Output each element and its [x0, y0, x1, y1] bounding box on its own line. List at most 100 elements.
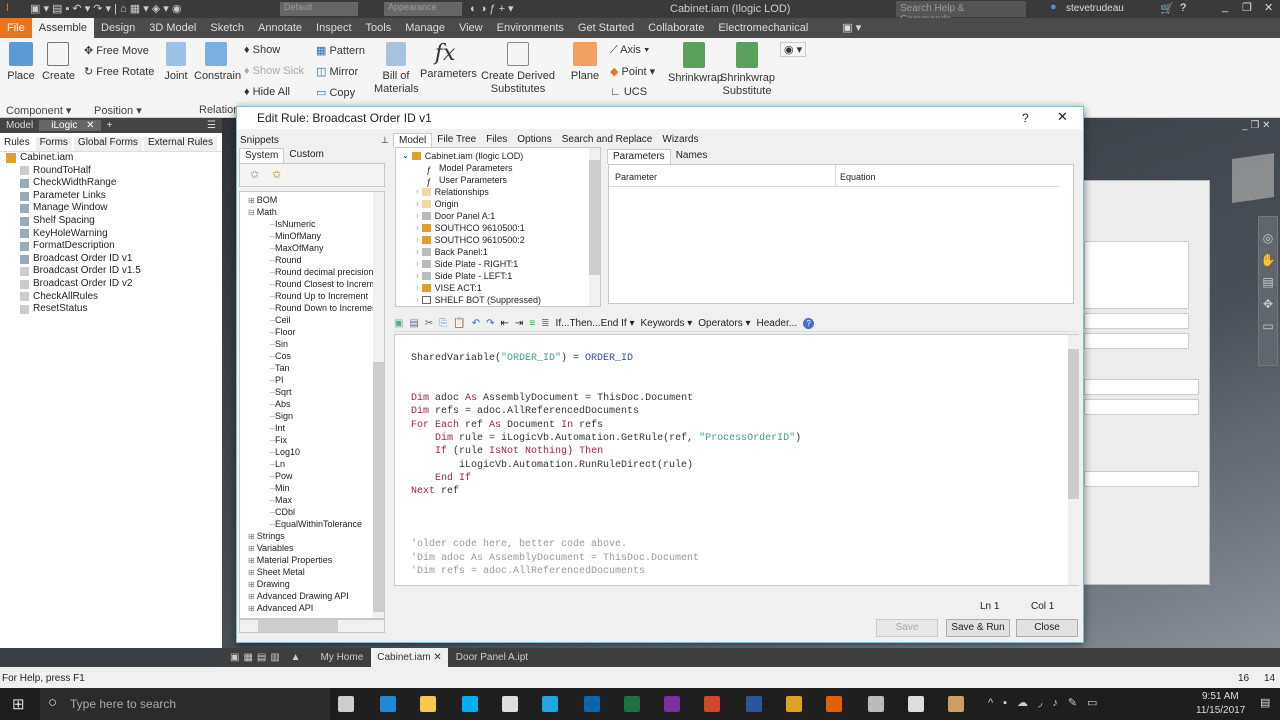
snippet-category[interactable]: ⊞ Advanced Drawing API	[240, 590, 384, 602]
minimize-icon[interactable]: _	[1222, 1, 1228, 13]
store-icon[interactable]	[502, 696, 518, 712]
expand-icon[interactable]: ⊞	[248, 556, 255, 565]
doc-icon[interactable]: ▤	[409, 318, 418, 329]
redo-icon[interactable]: ↷	[486, 318, 494, 329]
point-button[interactable]: ◆ Point ▾	[610, 65, 655, 78]
copy-button[interactable]: ▭ Copy	[316, 86, 355, 99]
expand-icon[interactable]: ⊞	[248, 568, 255, 577]
snippet-item[interactable]: –Sign	[240, 410, 384, 422]
rule-item[interactable]: Manage Window	[0, 202, 222, 215]
model-tree-node[interactable]: ƒ User Parameters	[396, 174, 600, 187]
material-dropdown[interactable]: Default	[280, 2, 358, 16]
camera-dropdown-icon[interactable]: ▣ ▾	[835, 18, 868, 38]
taskbar-search[interactable]: ○ Type here to search	[40, 688, 330, 720]
dialog-close-button[interactable]: ✕	[1057, 109, 1068, 125]
save-icon[interactable]: ▣	[394, 318, 403, 329]
snippet-hscrollbar[interactable]	[239, 619, 385, 633]
group-position[interactable]: Position ▾	[94, 104, 142, 117]
code-editor[interactable]: SharedVariable("ORDER_ID") = ORDER_ID Dim…	[394, 334, 1079, 586]
expand-icon[interactable]: ⊞	[248, 604, 255, 613]
model-tree-node[interactable]: › SOUTHCO 9610500:1	[396, 222, 600, 234]
tab-annotate[interactable]: Annotate	[251, 18, 309, 38]
outdent-icon[interactable]: ⇥	[515, 318, 523, 329]
collapse-icon[interactable]: ⊟	[248, 208, 255, 217]
inventor-logo-icon[interactable]: I	[6, 2, 9, 14]
column-equation[interactable]: Equation	[835, 165, 876, 187]
expand-arrow-icon[interactable]: ›	[416, 270, 419, 282]
onenote-icon[interactable]	[664, 696, 680, 712]
model-tree-scrollbar[interactable]	[589, 148, 600, 306]
tab-door-panel[interactable]: Door Panel A.ipt	[448, 652, 536, 663]
tab-view[interactable]: View	[452, 18, 490, 38]
expand-arrow-icon[interactable]: ›	[416, 294, 419, 306]
snippet-item[interactable]: –Pow	[240, 470, 384, 482]
expand-arrow-icon[interactable]: ›	[416, 198, 419, 210]
snippet-edit-icon[interactable]: ✩	[272, 168, 281, 181]
snippet-item[interactable]: –Ln	[240, 458, 384, 470]
snippet-item[interactable]: –MinOfMany	[240, 230, 384, 242]
word-icon[interactable]	[746, 696, 762, 712]
rule-item[interactable]: Broadcast Order ID v1.5	[0, 265, 222, 278]
snippet-category[interactable]: ⊞ BOM	[240, 194, 384, 206]
snippet-item[interactable]: –Round Closest to Increme	[240, 278, 384, 290]
excel-icon[interactable]	[624, 696, 640, 712]
notifications-icon[interactable]: ▤	[1260, 696, 1270, 709]
model-tree-node[interactable]: › SOUTHCO 9610500:2	[396, 234, 600, 246]
model-tree-node[interactable]: › SHELF BOT (Suppressed)	[396, 294, 600, 306]
clock-date[interactable]: 11/15/2017	[1196, 705, 1245, 716]
tab-file[interactable]: File	[0, 18, 32, 38]
rule-item[interactable]: Broadcast Order ID v1	[0, 253, 222, 266]
tab-3d-model[interactable]: 3D Model	[142, 18, 203, 38]
powerpoint-icon[interactable]	[704, 696, 720, 712]
parameters-table[interactable]: Parameter Equation	[608, 164, 1074, 304]
model-tree-node[interactable]: › Origin	[396, 198, 600, 210]
model-tree[interactable]: ⌄ Cabinet.iam (Ilogic LOD) ƒ Model Paramete…	[395, 147, 601, 307]
doc-window-controls[interactable]: _ ❐ ✕	[1242, 120, 1270, 131]
editor-help-icon[interactable]: ?	[803, 317, 815, 329]
mirror-button[interactable]: ◫ Mirror	[316, 65, 358, 78]
snippet-item[interactable]: –Sin	[240, 338, 384, 350]
tab-collaborate[interactable]: Collaborate	[641, 18, 711, 38]
snippet-item[interactable]: –Int	[240, 422, 384, 434]
close-button[interactable]: Close	[1016, 619, 1078, 637]
edge-icon[interactable]	[380, 696, 396, 712]
model-tree-node[interactable]: ⌄ Cabinet.iam (Ilogic LOD)	[396, 150, 600, 162]
indent-icon[interactable]: ⇤	[501, 318, 509, 329]
tab-file-tree[interactable]: File Tree	[432, 133, 481, 148]
tab-design[interactable]: Design	[94, 18, 142, 38]
tab-my-home[interactable]: My Home	[312, 652, 371, 663]
tab-get-started[interactable]: Get Started	[571, 18, 641, 38]
window-arrangement-icons[interactable]: ▣▦▤▥ ▲	[222, 652, 312, 663]
tab-sketch[interactable]: Sketch	[203, 18, 251, 38]
snippet-item[interactable]: –Round Up to Increment	[240, 290, 384, 302]
snippet-category[interactable]: ⊞ Sheet Metal	[240, 566, 384, 578]
rule-item[interactable]: Broadcast Order ID v2	[0, 278, 222, 291]
pattern-button[interactable]: ▦ Pattern	[316, 44, 365, 57]
tab-custom[interactable]: Custom	[284, 148, 328, 163]
bill-of-materials-button[interactable]: Bill of Materials	[374, 42, 419, 96]
snippet-item[interactable]: –Fix	[240, 434, 384, 446]
expand-icon[interactable]: ⊞	[248, 532, 255, 541]
subtab-global-forms[interactable]: Global Forms	[73, 137, 142, 151]
snippet-category[interactable]: ⊟ Math	[240, 206, 384, 218]
expand-icon[interactable]: ⊞	[248, 196, 255, 205]
tab-options[interactable]: Options	[512, 133, 556, 148]
model-tree-node[interactable]: › Door Panel A:1	[396, 210, 600, 222]
snippet-item[interactable]: –Max	[240, 494, 384, 506]
tab-search-and-replace[interactable]: Search and Replace	[557, 133, 658, 148]
snippet-category[interactable]: ⊞ Variables	[240, 542, 384, 554]
tab-cabinet[interactable]: Cabinet.iam ✕	[371, 648, 448, 667]
model-tree-node[interactable]: › Side Plate - RIGHT:1	[396, 258, 600, 270]
expand-icon[interactable]: ⊞	[248, 580, 255, 589]
help-search-input[interactable]: Search Help & Commands...	[896, 1, 1026, 25]
snippet-item[interactable]: –Ceil	[240, 314, 384, 326]
comment-icon[interactable]: ≡	[529, 318, 535, 329]
rule-item[interactable]: FormatDescription	[0, 240, 222, 253]
group-component[interactable]: Component ▾	[6, 104, 71, 117]
rule-item[interactable]: RoundToHalf	[0, 165, 222, 178]
expand-arrow-icon[interactable]: ›	[416, 222, 419, 234]
tab-model[interactable]: Model	[393, 133, 433, 148]
panel-menu-icon[interactable]: ☰	[201, 120, 222, 131]
ilogic-quick-icons[interactable]: ◐ ◑ ƒ + ▾	[470, 2, 514, 15]
subtab-external-rules[interactable]: External Rules	[143, 137, 217, 151]
